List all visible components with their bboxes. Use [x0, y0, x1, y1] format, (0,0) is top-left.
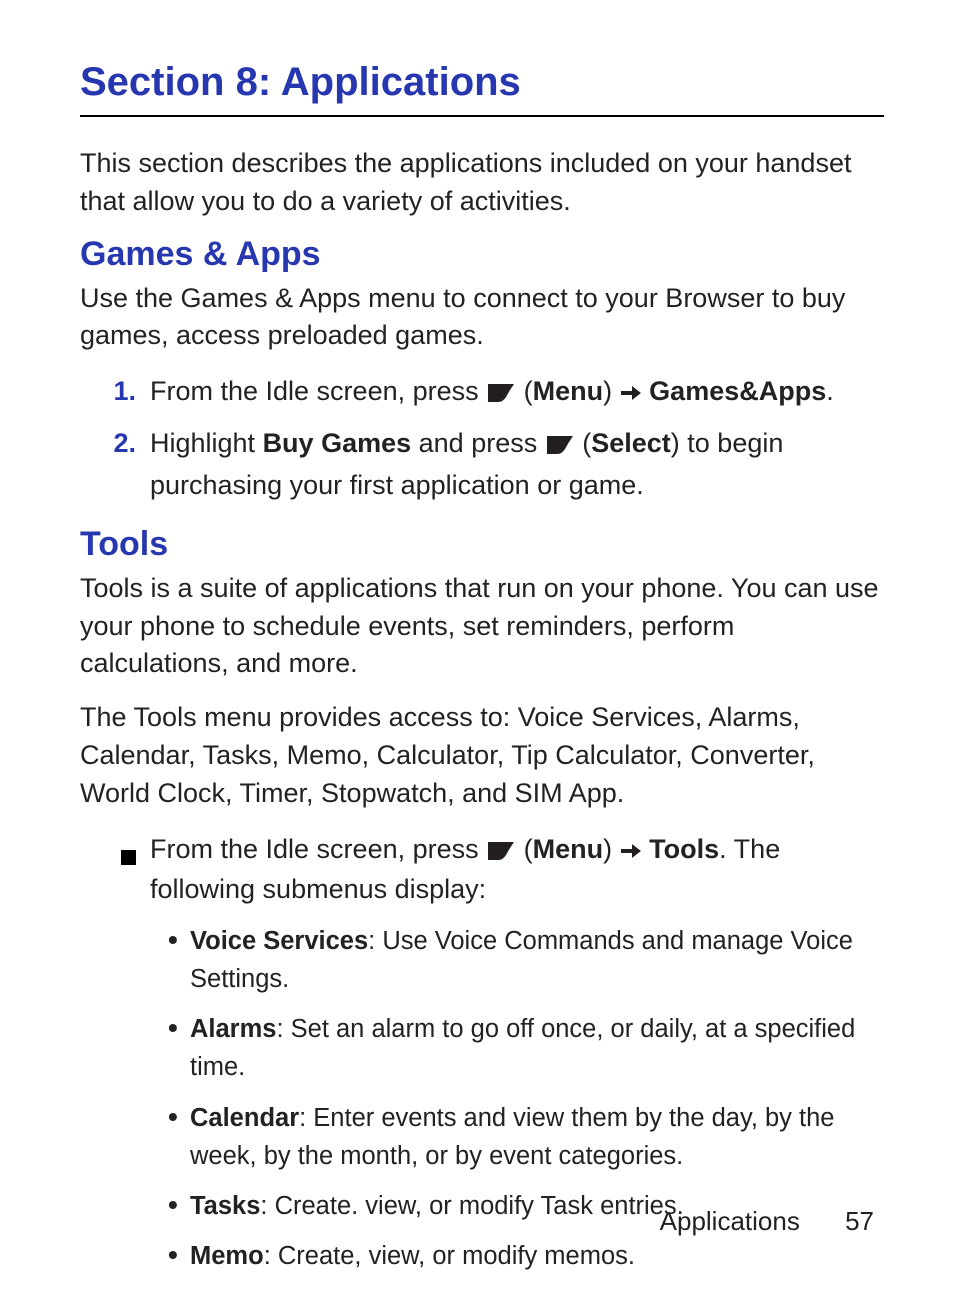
desc: : Set an alarm to go off once, or daily,… [190, 1015, 855, 1081]
games-steps: 1. From the Idle screen, press (Menu) Ga… [80, 371, 884, 507]
softkey-icon [486, 833, 516, 855]
arrow-right-icon [620, 831, 642, 849]
desc: : Create. view, or modify Task entries. [260, 1192, 683, 1220]
menu-label: Menu [533, 834, 604, 864]
intro-paragraph: This section describes the applications … [80, 145, 884, 221]
page-number: 57 [845, 1206, 874, 1236]
buy-games-label: Buy Games [263, 428, 412, 458]
page-footer: Applications 57 [660, 1206, 874, 1237]
term: Alarms [190, 1015, 276, 1043]
games-heading: Games & Apps [80, 235, 884, 274]
text: ( [524, 376, 533, 406]
list-item: Memo: Create, view, or modify memos. [168, 1237, 884, 1275]
tools-paragraph-1: Tools is a suite of applications that ru… [80, 570, 884, 683]
tools-heading: Tools [80, 525, 884, 564]
step-number: 1. [80, 371, 150, 413]
text: and press [411, 428, 545, 458]
list-item: Alarms: Set an alarm to go off once, or … [168, 1010, 884, 1087]
text: ( [524, 834, 533, 864]
target-label: Tools [649, 834, 719, 864]
text: Highlight [150, 428, 263, 458]
text: ) [603, 376, 620, 406]
arrow-right-icon [620, 373, 642, 391]
list-item: Calendar: Enter events and view them by … [168, 1099, 884, 1176]
text: From the Idle screen, press [150, 834, 486, 864]
desc: : Create, view, or modify memos. [264, 1242, 635, 1270]
term: Calendar [190, 1104, 299, 1132]
target-label: Games&Apps [649, 376, 826, 406]
tools-paragraph-2: The Tools menu provides access to: Voice… [80, 699, 884, 812]
square-bullet-icon [80, 829, 150, 877]
softkey-icon [486, 375, 516, 397]
term: Voice Services [190, 927, 368, 955]
text: ( [582, 428, 591, 458]
list-item: Voice Services: Use Voice Commands and m… [168, 922, 884, 999]
select-label: Select [591, 428, 671, 458]
text: From the Idle screen, press [150, 376, 486, 406]
section-title: Section 8: Applications [80, 60, 884, 105]
page: Section 8: Applications This section des… [0, 0, 954, 1295]
step-1: 1. From the Idle screen, press (Menu) Ga… [80, 371, 884, 413]
step-body: From the Idle screen, press (Menu) Games… [150, 371, 884, 413]
horizontal-rule [80, 115, 884, 117]
softkey-icon [545, 427, 575, 449]
menu-label: Menu [533, 376, 604, 406]
footer-label: Applications [660, 1206, 800, 1236]
text: . [826, 376, 834, 406]
text: ) [603, 834, 620, 864]
step-number: 2. [80, 423, 150, 465]
step-2: 2. Highlight Buy Games and press (Select… [80, 423, 884, 507]
term: Memo [190, 1242, 264, 1270]
term: Tasks [190, 1192, 260, 1220]
games-paragraph: Use the Games & Apps menu to connect to … [80, 280, 884, 356]
step-body: Highlight Buy Games and press (Select) t… [150, 423, 884, 507]
